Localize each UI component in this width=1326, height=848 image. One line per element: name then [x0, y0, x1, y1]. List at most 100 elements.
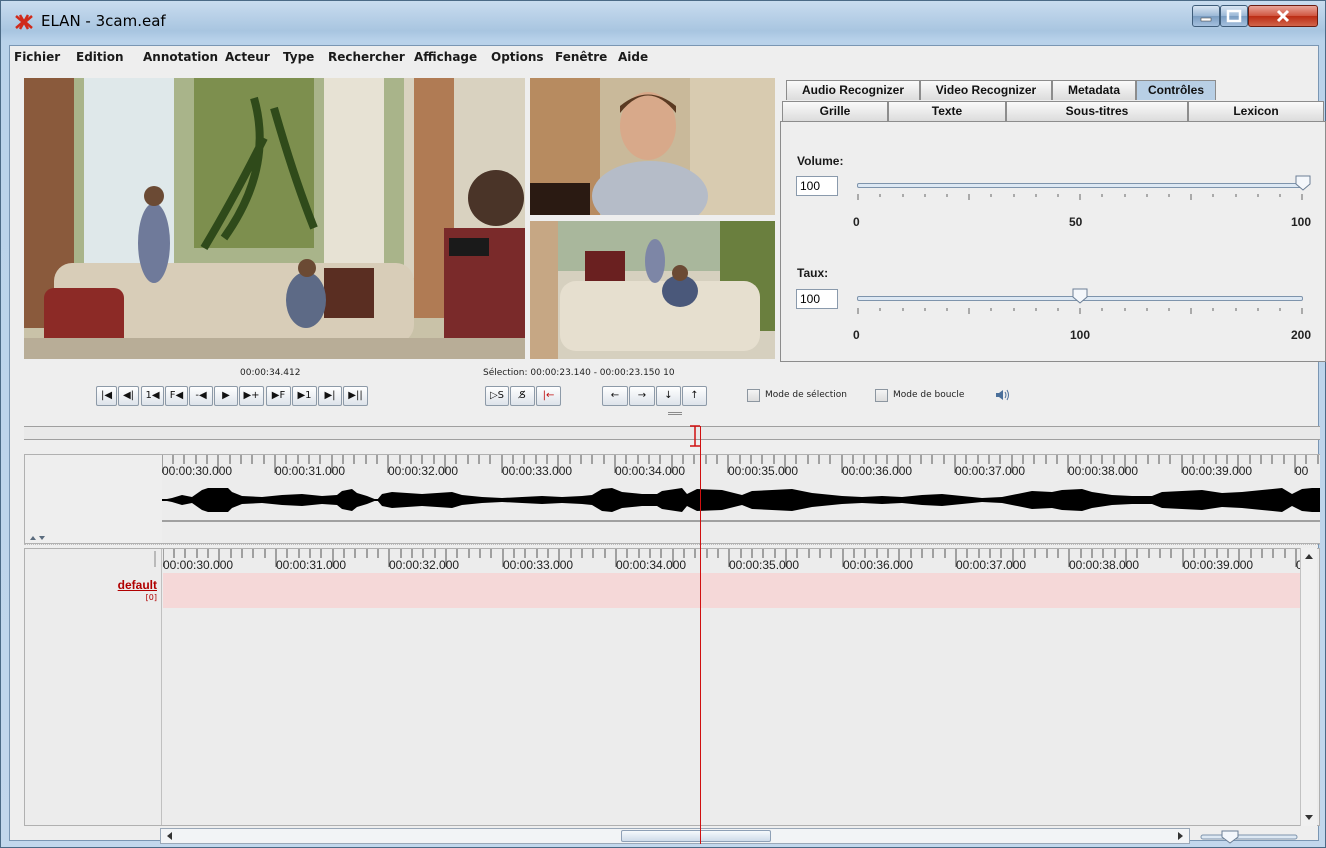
volume-ticks — [857, 194, 1303, 200]
expand-collapse-icon[interactable] — [28, 534, 48, 542]
waveform-ruler: 00:00:30.000 00:00:31.000 00:00:32.000 0… — [162, 455, 1320, 479]
volume-slider[interactable] — [857, 183, 1303, 188]
tab-sous-titres[interactable]: Sous-titres — [1006, 101, 1188, 121]
next-frame-button[interactable]: ▶| — [318, 386, 342, 406]
tier-tick-label: 00:00:30.000 — [163, 558, 234, 572]
menu-edition[interactable]: Edition — [76, 50, 124, 64]
previous-frame-button[interactable]: ◀| — [118, 386, 139, 406]
tier-tick-label: 00:00:36.000 — [843, 558, 914, 572]
rate-tick-100: 100 — [1070, 328, 1091, 342]
wave-tick-label: 00:00:39.000 — [1182, 464, 1253, 478]
menu-bar: Fichier Edition Annotation Acteur Type R… — [10, 46, 1318, 68]
horizontal-scroll-thumb[interactable] — [621, 830, 771, 842]
tab-video-recognizer[interactable]: Video Recognizer — [920, 80, 1052, 100]
wave-tick-label: 00:00:38.000 — [1068, 464, 1139, 478]
wave-tick-label: 00:00:33.000 — [502, 464, 573, 478]
close-button[interactable] — [1248, 5, 1318, 27]
scroll-down-icon[interactable] — [1304, 814, 1314, 822]
rate-tick-200: 200 — [1291, 328, 1312, 342]
tab-texte[interactable]: Texte — [888, 101, 1006, 121]
loop-mode-label: Mode de boucle — [893, 390, 965, 400]
volume-tick-0: 0 — [853, 215, 860, 229]
next-frame-step-button[interactable]: ▶F — [266, 386, 291, 406]
scroll-right-icon[interactable] — [1177, 831, 1185, 841]
playhead-cursor[interactable] — [700, 426, 701, 844]
menu-acteur[interactable]: Acteur — [225, 50, 270, 64]
waveform-area[interactable]: 00:00:30.000 00:00:31.000 00:00:32.000 0… — [162, 455, 1320, 543]
wave-tick-label: 00:00:32.000 — [388, 464, 459, 478]
menu-type[interactable]: Type — [283, 50, 314, 64]
tier-tick-label: 00:00:31.000 — [276, 558, 347, 572]
tier-tick-label: 00:00:35.000 — [729, 558, 800, 572]
splitter-handle[interactable] — [668, 412, 682, 415]
maximize-button[interactable] — [1220, 5, 1248, 27]
arrow-up-button[interactable]: ↑ — [682, 386, 707, 406]
title-bar[interactable]: ELAN - 3cam.eaf — [1, 1, 1325, 43]
zoom-slider[interactable] — [1200, 830, 1300, 844]
video-player-top-right[interactable] — [530, 78, 775, 215]
tier-name-default[interactable]: default — [118, 578, 157, 592]
scroll-left-icon[interactable] — [165, 831, 173, 841]
horizontal-scrollbar[interactable] — [160, 828, 1190, 844]
elan-window: ELAN - 3cam.eaf Fichier Edition Annotati… — [0, 0, 1326, 848]
volume-tick-100: 100 — [1291, 215, 1312, 229]
menu-annotation[interactable]: Annotation — [143, 50, 218, 64]
tier-annotation-count: [0] — [145, 593, 157, 602]
arrow-right-button[interactable]: → — [629, 386, 655, 406]
annotation-tiers-panel: default [0] 00:00:30.000 00:00:31.000 00… — [24, 548, 1320, 826]
tab-audio-recognizer[interactable]: Audio Recognizer — [786, 80, 920, 100]
tier-ruler: 00:00:30.000 00:00:31.000 00:00:32.000 0… — [163, 549, 1309, 573]
tab-controles[interactable]: Contrôles — [1136, 80, 1216, 100]
window-title: ELAN - 3cam.eaf — [41, 12, 166, 30]
main-area: Fichier Edition Annotation Acteur Type R… — [9, 45, 1326, 844]
go-to-end-button[interactable]: ▶|| — [343, 386, 368, 406]
speaker-icon[interactable] — [994, 388, 1012, 402]
previous-second-button[interactable]: 1◀ — [141, 386, 164, 406]
tab-lexicon[interactable]: Lexicon — [1188, 101, 1324, 121]
wave-tick-label: 00:00:37.000 — [955, 464, 1026, 478]
scroll-up-icon[interactable] — [1304, 552, 1314, 560]
menu-options[interactable]: Options — [491, 50, 544, 64]
next-pixel-button[interactable]: ▶+ — [239, 386, 264, 406]
rate-label: Taux: — [797, 266, 829, 280]
timeline-overview-bar[interactable] — [24, 426, 1320, 440]
previous-frame-step-button[interactable]: F◀ — [165, 386, 188, 406]
volume-tick-50: 50 — [1069, 215, 1083, 229]
previous-pixel-button[interactable]: -◀ — [189, 386, 213, 406]
tier-tick-label: 00:00:37.000 — [956, 558, 1027, 572]
menu-rechercher[interactable]: Rechercher — [328, 50, 405, 64]
wave-tick-label: 00 — [1295, 464, 1309, 478]
play-selection-button[interactable]: ▷S — [485, 386, 509, 406]
video-player-bottom-right[interactable] — [530, 221, 775, 359]
tab-metadata[interactable]: Metadata — [1052, 80, 1136, 100]
tier-row-default[interactable] — [163, 573, 1309, 608]
video-player-main[interactable] — [24, 78, 525, 359]
menu-fichier[interactable]: Fichier — [14, 50, 60, 64]
clear-selection-button[interactable]: S̸ — [510, 386, 535, 406]
wave-tick-label: 00:00:36.000 — [842, 464, 913, 478]
wave-tick-label: 00:00:31.000 — [275, 464, 346, 478]
volume-slider-thumb[interactable] — [1295, 175, 1311, 191]
go-to-begin-button[interactable]: |◀ — [96, 386, 117, 406]
selection-mode-checkbox[interactable] — [747, 389, 760, 402]
volume-field[interactable]: 100 — [796, 176, 838, 196]
controls-tab-panel: Audio Recognizer Video Recognizer Metada… — [780, 78, 1326, 362]
volume-label: Volume: — [797, 154, 844, 168]
arrow-down-button[interactable]: ↓ — [656, 386, 681, 406]
minimize-button[interactable] — [1192, 5, 1220, 27]
rate-slider-thumb[interactable] — [1072, 288, 1088, 304]
tab-grille[interactable]: Grille — [782, 101, 888, 121]
tier-tick-label: 00:00:33.000 — [503, 558, 574, 572]
loop-mode-checkbox[interactable] — [875, 389, 888, 402]
waveform-viewer[interactable]: 00:00:30.000 00:00:31.000 00:00:32.000 0… — [24, 454, 1320, 544]
rate-field[interactable]: 100 — [796, 289, 838, 309]
arrow-left-button[interactable]: ← — [602, 386, 628, 406]
menu-aide[interactable]: Aide — [618, 50, 648, 64]
menu-fenetre[interactable]: Fenêtre — [555, 50, 607, 64]
selection-boundary-button[interactable]: |← — [536, 386, 561, 406]
next-second-button[interactable]: ▶1 — [292, 386, 317, 406]
play-pause-button[interactable]: ▶ — [214, 386, 238, 406]
vertical-scrollbar[interactable] — [1300, 548, 1317, 826]
selection-mode-label: Mode de sélection — [765, 390, 847, 400]
menu-affichage[interactable]: Affichage — [414, 50, 477, 64]
